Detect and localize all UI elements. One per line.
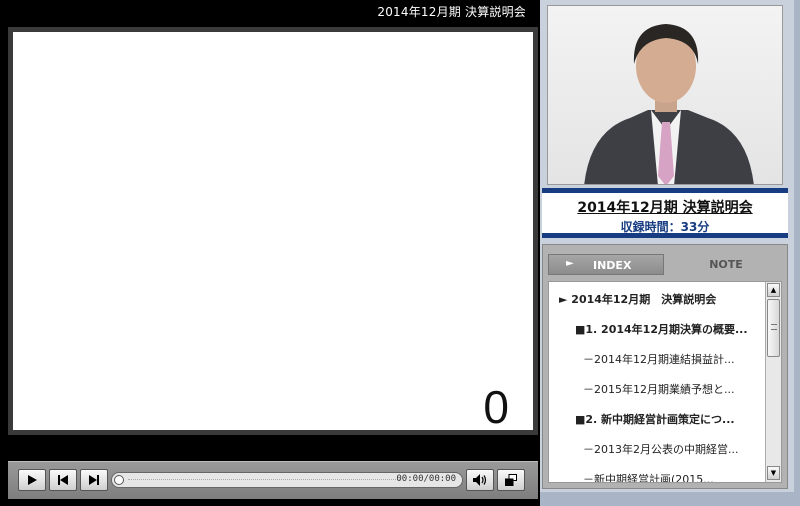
play-button[interactable] [18, 469, 46, 491]
list-item[interactable]: －新中期経営計画(2015... [583, 471, 759, 482]
time-display: 00:00/00:00 [396, 474, 456, 484]
seek-handle[interactable] [114, 475, 124, 485]
sidebar: 2014年12月期 決算説明会 収録時間：33分 ► INDEX NOTE ► … [540, 0, 794, 492]
list-item[interactable]: ► 2014年12月期 決算説明会 [559, 291, 759, 309]
speaker-icon [473, 474, 487, 486]
skip-back-icon [58, 475, 68, 485]
next-button[interactable] [80, 469, 108, 491]
play-arrow-icon: ► [566, 258, 574, 269]
list-item[interactable]: －2014年12月期連結損益計... [583, 351, 759, 369]
seek-bar[interactable]: 00:00/00:00 [111, 472, 463, 488]
recording-duration: 収録時間：33分 [620, 220, 710, 234]
grip-icon [771, 324, 777, 330]
video-player: 2014年12月期 決算説明会 0 00:00/00:00 [0, 0, 540, 506]
speaker-photo [547, 5, 783, 185]
list-item[interactable]: －2013年2月公表の中期経営... [583, 441, 759, 459]
index-list: ► 2014年12月期 決算説明会 ■1. 2014年12月期決算の概要... … [548, 281, 782, 483]
popout-button[interactable] [497, 469, 525, 491]
tab-index[interactable]: ► INDEX [548, 254, 664, 275]
scroll-up-icon[interactable]: ▲ [767, 283, 780, 297]
tab-note[interactable]: NOTE [691, 258, 761, 271]
skip-forward-icon [89, 475, 99, 485]
list-scrollbar[interactable]: ▲ ▼ [765, 282, 781, 482]
slide-number: 0 [483, 381, 509, 433]
window-border-bottom [540, 492, 800, 506]
volume-button[interactable] [466, 469, 494, 491]
list-item[interactable]: ■1. 2014年12月期決算の概要... [575, 321, 759, 339]
window-switch-icon [505, 474, 517, 486]
list-item[interactable]: －2015年12月期業績予想と... [583, 381, 759, 399]
scroll-thumb[interactable] [767, 299, 780, 357]
lecture-title: 2014年12月期 決算説明会 [577, 200, 753, 216]
seek-track [128, 479, 400, 481]
video-frame: 0 [8, 27, 538, 435]
scroll-down-icon[interactable]: ▼ [767, 466, 780, 480]
tab-index-label: INDEX [593, 259, 632, 272]
play-icon [28, 475, 37, 485]
slide-area[interactable]: 0 [13, 32, 533, 433]
control-bar: 00:00/00:00 [8, 461, 538, 499]
index-panel: ► INDEX NOTE ► 2014年12月期 決算説明会 ■1. 2014年… [542, 244, 788, 489]
window-border [794, 0, 800, 506]
player-title: 2014年12月期 決算説明会 [377, 5, 526, 19]
lecture-info: 2014年12月期 決算説明会 収録時間：33分 [542, 188, 788, 238]
list-item[interactable]: ■2. 新中期経営計画策定につ... [575, 411, 759, 429]
previous-button[interactable] [49, 469, 77, 491]
